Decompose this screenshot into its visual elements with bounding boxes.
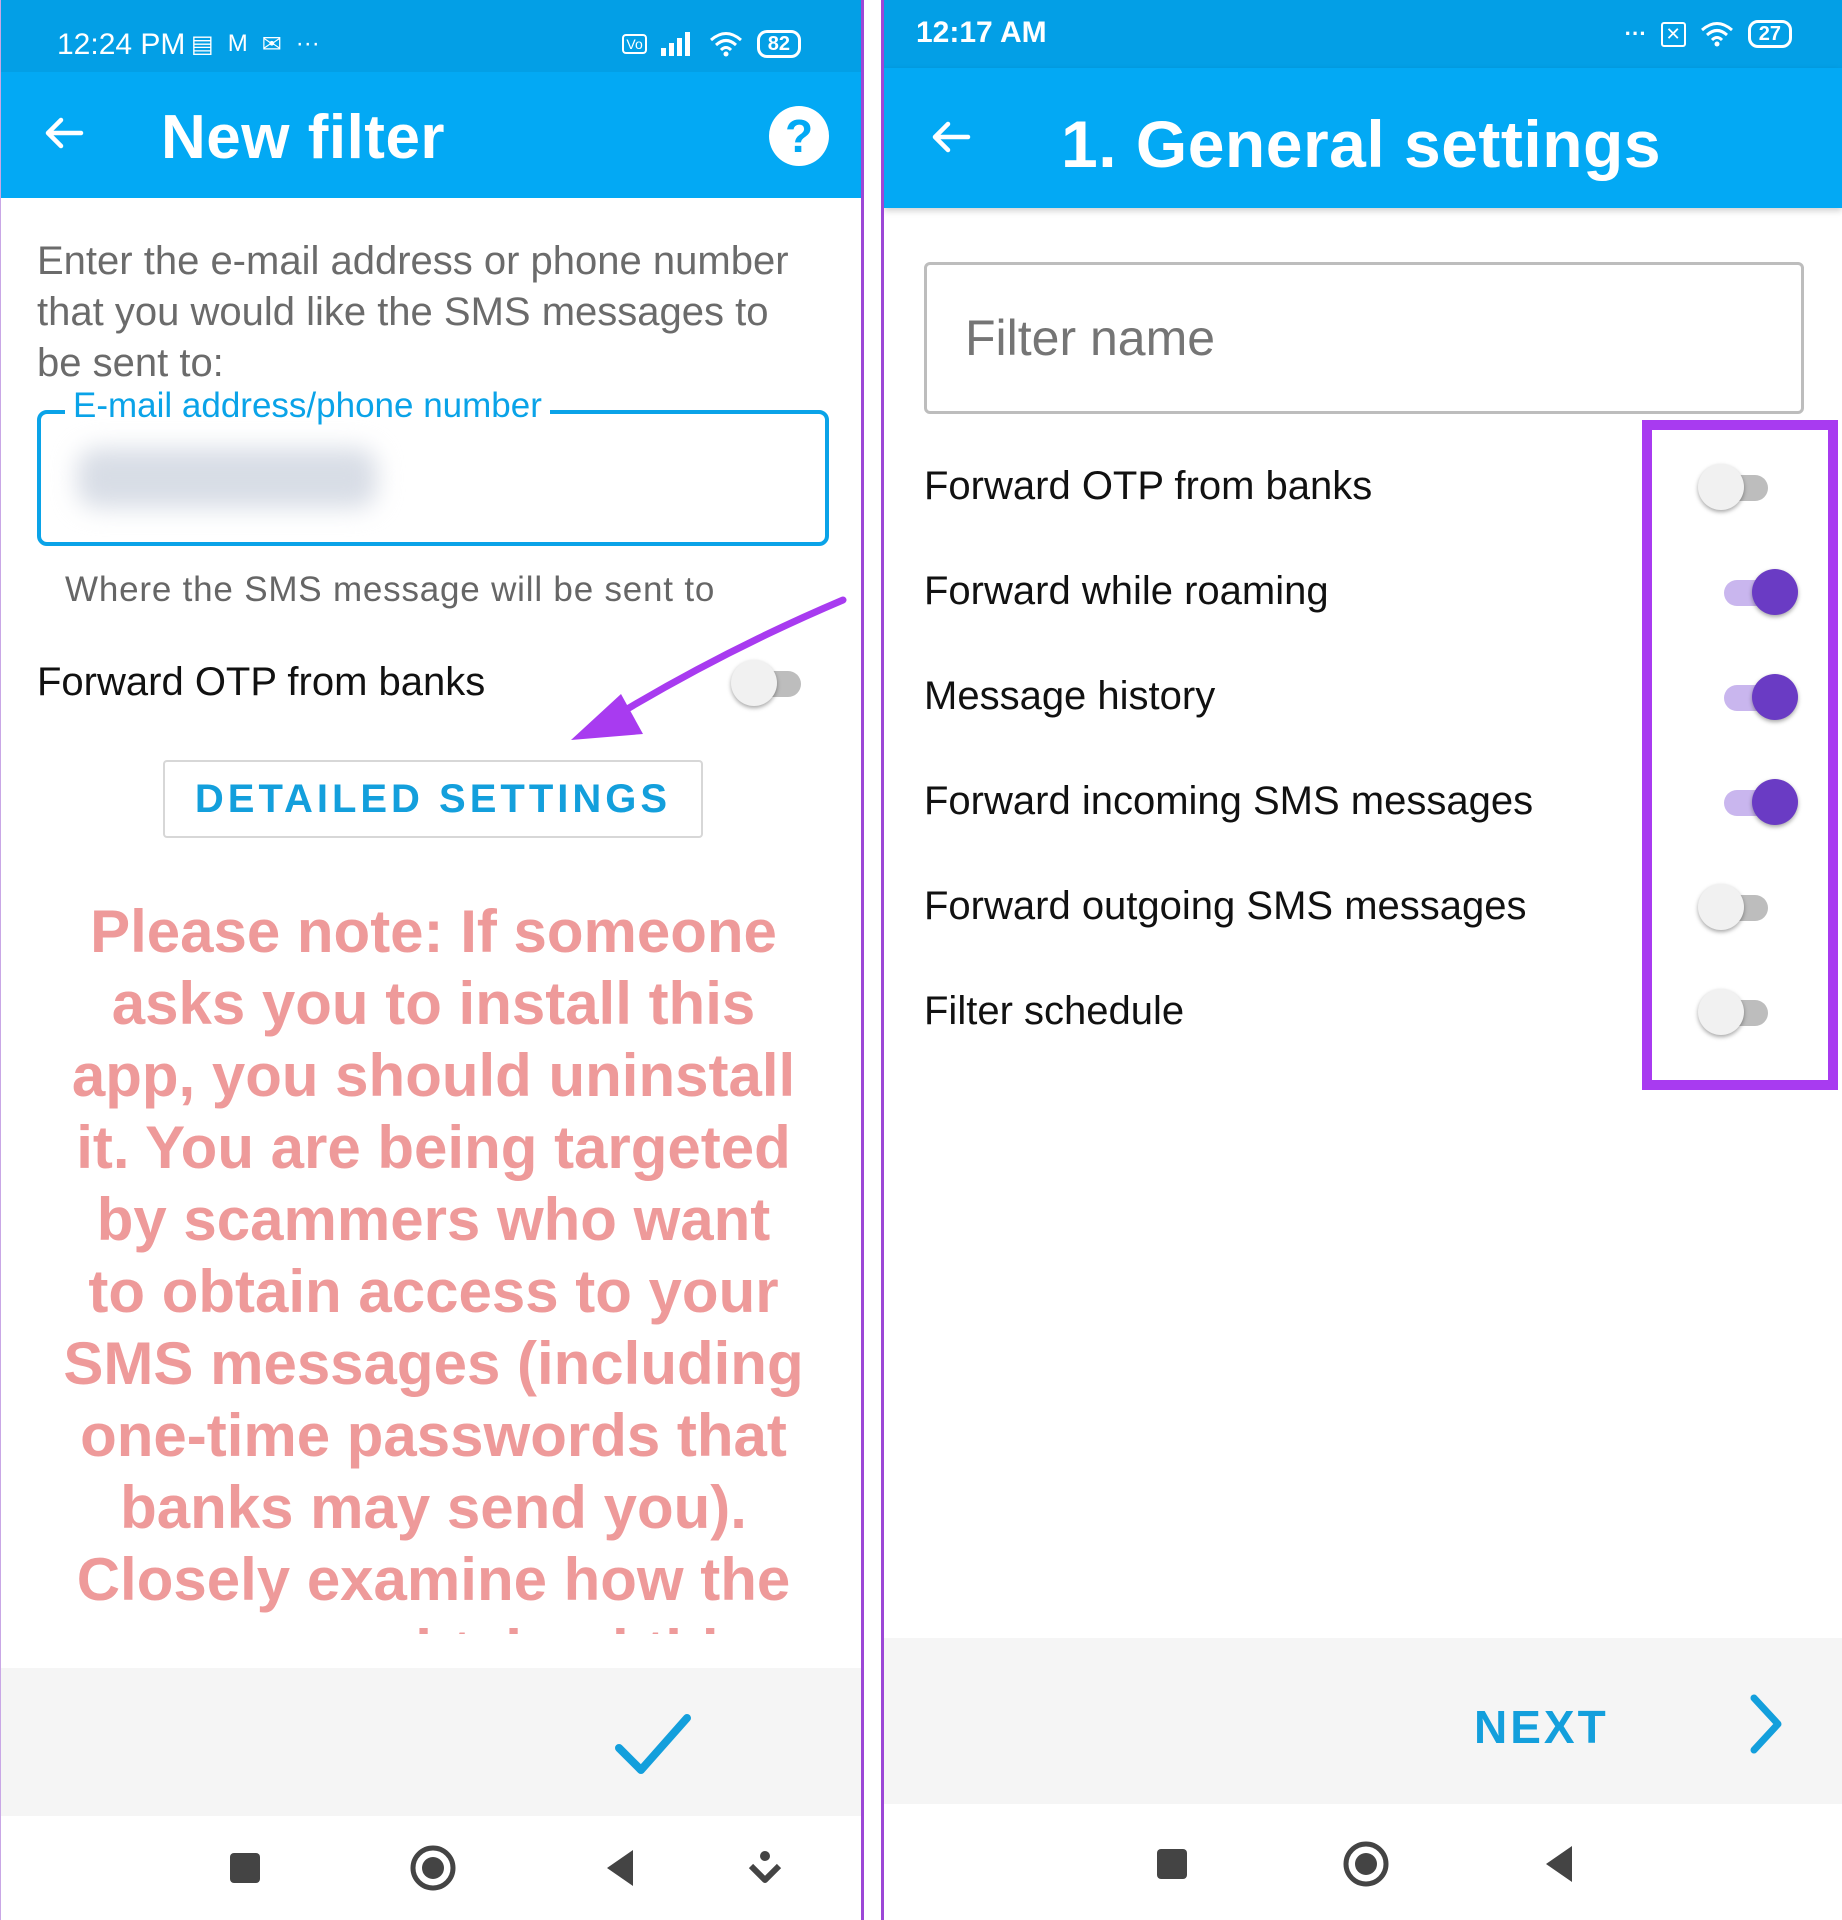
help-icon[interactable]: ?	[769, 106, 829, 166]
email-phone-field-label: E-mail address/phone number	[65, 386, 550, 426]
system-nav-bar	[1, 1816, 861, 1920]
app-bar: New filter ?	[1, 72, 861, 198]
signal-icon	[660, 32, 690, 56]
chevron-right-icon[interactable]	[1746, 1692, 1786, 1756]
filter-name-input[interactable]	[924, 262, 1804, 414]
nav-square-icon[interactable]	[1146, 1838, 1198, 1890]
detailed-settings-button[interactable]: DETAILED SETTINGS	[163, 760, 703, 838]
left-phone-screen: 12:24 PM ▤ M ✉ ··· Vo 82 New filter ? En…	[0, 0, 864, 1920]
nav-down-icon[interactable]	[739, 1842, 791, 1894]
status-bar: 12:17 AM ··· ✕ 27	[884, 0, 1842, 68]
page-title: New filter	[161, 103, 446, 172]
gmail-icon: M	[227, 30, 248, 57]
more-icon: ···	[1624, 21, 1647, 46]
bottom-action-bar	[1, 1668, 861, 1816]
nav-square-icon[interactable]	[219, 1842, 271, 1894]
system-nav-bar	[884, 1804, 1842, 1920]
app-bar: 1. General settings	[884, 68, 1842, 208]
checkmark-icon[interactable]	[613, 1710, 693, 1780]
email-phone-field-value-blurred: **********	[77, 448, 377, 508]
more-icon: ···	[295, 30, 320, 57]
mail-icon: ✉	[261, 31, 282, 58]
nav-back-icon[interactable]	[1534, 1838, 1586, 1890]
next-button[interactable]: NEXT	[1474, 1700, 1609, 1754]
intro-text: Enter the e-mail address or phone number…	[37, 239, 789, 385]
setting-label-otp: Forward OTP from banks	[924, 464, 1373, 508]
status-time: 12:24 PM	[57, 28, 186, 61]
back-arrow-icon[interactable]	[928, 114, 974, 160]
wifi-icon	[709, 32, 742, 57]
setting-label-roaming: Forward while roaming	[924, 569, 1329, 613]
nav-home-icon[interactable]	[1340, 1838, 1392, 1890]
status-icons: Vo 82	[622, 30, 801, 58]
setting-label-outgoing-sms: Forward outgoing SMS messages	[924, 884, 1527, 928]
volte-icon: Vo	[622, 34, 647, 54]
wifi-icon	[1700, 22, 1733, 47]
setting-label-incoming-sms: Forward incoming SMS messages	[924, 779, 1534, 823]
bottom-action-bar: NEXT	[884, 1638, 1842, 1804]
scam-warning-text: Please note: If someone asks you to inst…	[63, 898, 804, 1634]
news-icon: ▤	[191, 31, 214, 58]
nav-home-icon[interactable]	[407, 1842, 459, 1894]
nav-back-icon[interactable]	[595, 1842, 647, 1894]
status-bar: 12:24 PM ▤ M ✉ ··· Vo 82	[1, 0, 861, 72]
annotation-highlight-box	[1642, 420, 1838, 1090]
annotation-arrow-icon	[571, 596, 847, 740]
email-phone-field[interactable]: E-mail address/phone number **********	[37, 386, 829, 546]
no-sim-icon: ✕	[1660, 21, 1686, 47]
notification-icons: ▤ M ✉ ···	[191, 30, 320, 59]
setting-label-filter-schedule: Filter schedule	[924, 989, 1185, 1033]
battery-icon: 82	[756, 30, 801, 58]
right-phone-screen: 12:17 AM ··· ✕ 27 1. General settings Fo…	[881, 0, 1842, 1920]
back-arrow-icon[interactable]	[41, 110, 87, 156]
status-time: 12:17 AM	[916, 16, 1047, 49]
page-title: 1. General settings	[1061, 107, 1662, 181]
status-icons: ··· ✕ 27	[1625, 20, 1792, 48]
battery-icon: 27	[1747, 20, 1792, 48]
otp-setting-label: Forward OTP from banks	[37, 660, 486, 704]
setting-label-message-history: Message history	[924, 674, 1216, 718]
